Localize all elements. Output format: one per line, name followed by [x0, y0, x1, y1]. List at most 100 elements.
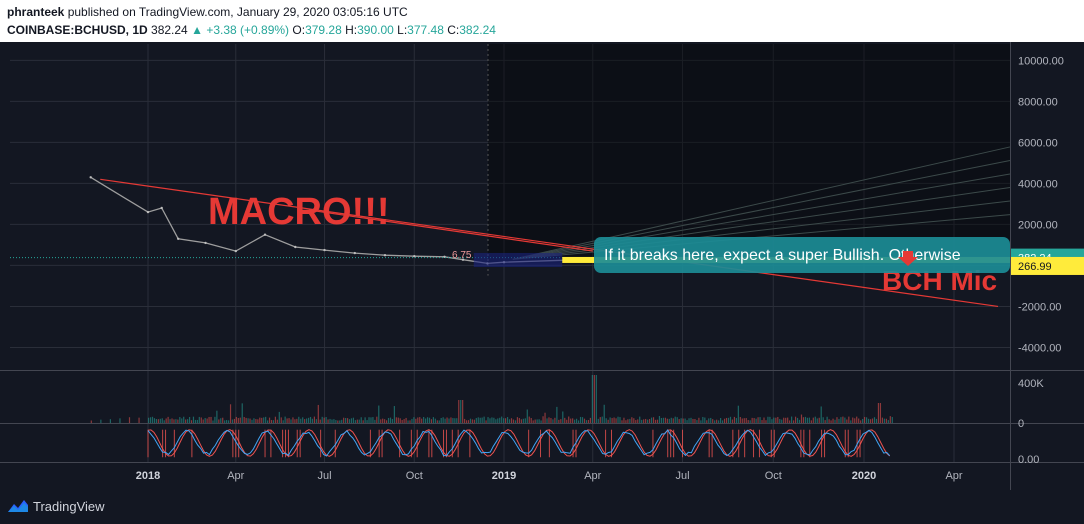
- time-tick-label: Oct: [765, 470, 782, 482]
- volume-bar: [257, 419, 259, 423]
- volume-bar: [292, 417, 294, 423]
- time-tick-label: 2020: [852, 470, 876, 482]
- volume-bar: [530, 417, 532, 423]
- volume-bar: [249, 418, 251, 423]
- volume-bar: [491, 417, 493, 423]
- volume-bar: [241, 403, 243, 423]
- volume-bar: [440, 417, 442, 423]
- volume-bar: [564, 417, 566, 423]
- volume-bar: [483, 416, 485, 423]
- level-price-tag-text: 266.99: [1018, 261, 1052, 273]
- volume-bar: [729, 416, 732, 423]
- volume-bar: [370, 417, 372, 423]
- time-tick-label: 2019: [492, 470, 516, 482]
- volume-bar: [522, 418, 524, 423]
- volume-bar: [647, 419, 649, 423]
- volume-bar: [382, 418, 384, 423]
- volume-bar: [272, 420, 275, 423]
- price-point: [160, 206, 163, 210]
- volume-bar: [499, 417, 501, 423]
- volume-bar: [253, 418, 255, 423]
- volume-bar: [684, 418, 686, 423]
- up-arrow-icon: ▲: [191, 23, 203, 37]
- volume-bar: [761, 420, 763, 423]
- volume-bar: [409, 420, 411, 423]
- tradingview-logo-icon[interactable]: [7, 498, 29, 514]
- volume-bar: [806, 417, 808, 423]
- volume-bar: [617, 416, 619, 423]
- volume-bar: [261, 417, 263, 423]
- price-tick-label: -2000.00: [1018, 301, 1061, 313]
- drawing-box: [488, 44, 1010, 264]
- volume-bar: [641, 419, 643, 423]
- volume-bar: [591, 375, 593, 423]
- volume-bar: [601, 416, 603, 423]
- volume-bar: [243, 417, 245, 423]
- level-zone: [473, 252, 563, 267]
- volume-bar: [512, 419, 515, 423]
- volume-bar: [725, 417, 728, 423]
- volume-bar: [477, 417, 479, 423]
- volume-bar: [808, 417, 810, 423]
- price-point: [263, 233, 267, 236]
- symbol-label[interactable]: COINBASE:BCHUSD, 1D: [7, 23, 148, 37]
- volume-bar: [864, 416, 866, 423]
- volume-bar: [165, 418, 167, 423]
- volume-bar: [838, 418, 840, 423]
- volume-bar: [716, 419, 718, 423]
- volume-bar: [676, 417, 678, 423]
- volume-bar: [887, 420, 889, 423]
- volume-bar: [635, 420, 637, 423]
- volume-bar: [497, 418, 499, 423]
- volume-bar: [605, 418, 607, 423]
- volume-bar: [619, 417, 621, 423]
- volume-bar: [187, 419, 189, 423]
- volume-bar: [820, 406, 822, 423]
- volume-bar: [611, 418, 613, 423]
- author-name[interactable]: phranteek: [7, 5, 64, 19]
- last-price: 382.24: [151, 23, 188, 37]
- volume-bar: [399, 418, 401, 423]
- volume-bar: [280, 417, 282, 423]
- price-tick-label: 2000.00: [1018, 219, 1058, 231]
- volume-bar: [372, 417, 374, 423]
- volume-bar: [826, 416, 828, 423]
- volume-bar: [662, 417, 664, 423]
- volume-bar: [210, 416, 212, 423]
- chart-canvas[interactable]: MACRO!!!6.75BCH MicIf it breaks here, ex…: [0, 42, 1084, 490]
- volume-bar: [282, 420, 284, 423]
- volume-bar: [842, 416, 844, 423]
- close-label: C:: [447, 23, 460, 37]
- volume-bar: [883, 418, 885, 423]
- volume-bar: [518, 418, 520, 423]
- volume-bar: [481, 417, 483, 423]
- volume-bar: [757, 417, 759, 423]
- volume-bar: [270, 419, 273, 423]
- volume-bar: [376, 416, 378, 423]
- volume-bar: [430, 419, 433, 423]
- volume-bar: [814, 416, 816, 423]
- volume-tick-label: 0: [1018, 418, 1024, 430]
- volume-bar: [558, 419, 560, 423]
- volume-bar: [637, 419, 639, 423]
- volume-bar: [562, 411, 564, 423]
- volume-bar: [834, 419, 836, 423]
- volume-bar: [354, 420, 356, 423]
- volume-bar: [566, 419, 568, 423]
- volume-bar: [587, 420, 590, 423]
- volume-bar: [469, 418, 472, 423]
- volume-bar: [723, 418, 726, 423]
- volume-bar: [767, 416, 769, 423]
- volume-bar: [395, 417, 397, 423]
- price-tick-label: 10000.00: [1018, 55, 1064, 67]
- volume-bar: [456, 418, 458, 423]
- volume-bar: [276, 419, 278, 423]
- volume-bar: [785, 417, 787, 423]
- tradingview-brand[interactable]: TradingView: [33, 499, 105, 514]
- volume-bar: [364, 417, 366, 423]
- volume-bar: [871, 418, 874, 423]
- volume-bar: [682, 418, 684, 423]
- volume-bar: [185, 419, 187, 423]
- macro-label: MACRO!!!: [208, 191, 390, 233]
- volume-bar: [432, 417, 434, 423]
